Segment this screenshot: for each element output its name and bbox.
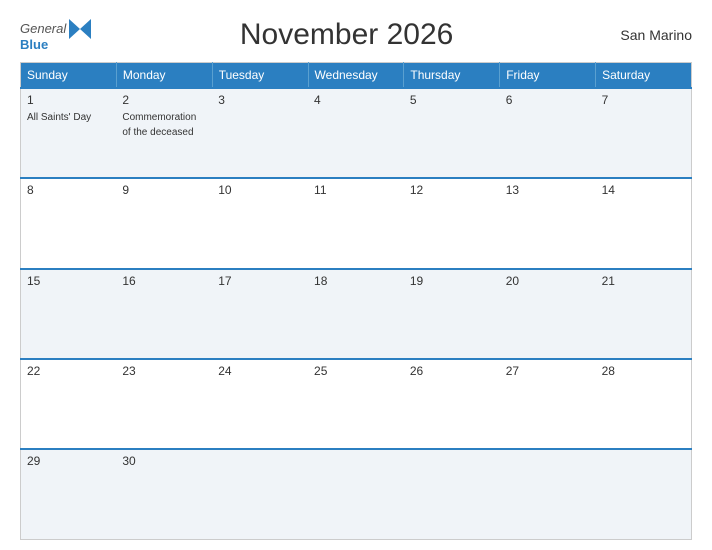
calendar-cell: 22 bbox=[21, 359, 117, 449]
col-saturday: Saturday bbox=[596, 63, 692, 89]
day-event: Commemoration of the deceased bbox=[122, 112, 196, 138]
calendar-cell: 18 bbox=[308, 269, 404, 359]
calendar-cell: 13 bbox=[500, 178, 596, 268]
calendar-cell: 7 bbox=[596, 88, 692, 178]
calendar-cell: 27 bbox=[500, 359, 596, 449]
day-number: 17 bbox=[218, 274, 302, 288]
calendar-cell: 11 bbox=[308, 178, 404, 268]
logo-general-text: General bbox=[20, 21, 66, 36]
day-number: 14 bbox=[602, 183, 685, 197]
calendar-cell: 2 Commemoration of the deceased bbox=[116, 88, 212, 178]
day-number: 11 bbox=[314, 183, 398, 197]
calendar-cell bbox=[308, 449, 404, 539]
day-number: 4 bbox=[314, 93, 398, 107]
calendar-cell: 23 bbox=[116, 359, 212, 449]
calendar-cell: 5 bbox=[404, 88, 500, 178]
day-event: All Saints' Day bbox=[27, 112, 91, 123]
day-number: 13 bbox=[506, 183, 590, 197]
col-thursday: Thursday bbox=[404, 63, 500, 89]
calendar-week-4: 22 23 24 25 26 27 28 bbox=[21, 359, 692, 449]
header: General Blue November 2026 San Marino bbox=[20, 18, 692, 52]
calendar-cell bbox=[596, 449, 692, 539]
calendar-cell: 17 bbox=[212, 269, 308, 359]
calendar-week-5: 29 30 bbox=[21, 449, 692, 539]
calendar-week-2: 89 10 11 12 13 14 bbox=[21, 178, 692, 268]
day-number: 28 bbox=[602, 364, 685, 378]
col-friday: Friday bbox=[500, 63, 596, 89]
calendar-cell: 21 bbox=[596, 269, 692, 359]
calendar-cell: 19 bbox=[404, 269, 500, 359]
day-number: 21 bbox=[602, 274, 685, 288]
day-number: 7 bbox=[602, 93, 685, 107]
calendar-cell: 26 bbox=[404, 359, 500, 449]
day-number: 2 bbox=[122, 93, 206, 107]
day-number: 30 bbox=[122, 454, 206, 468]
calendar-cell: 6 bbox=[500, 88, 596, 178]
day-number: 25 bbox=[314, 364, 398, 378]
location-label: San Marino bbox=[602, 27, 692, 43]
calendar-cell: 12 bbox=[404, 178, 500, 268]
day-number: 15 bbox=[27, 274, 110, 288]
calendar-cell: 24 bbox=[212, 359, 308, 449]
day-number: 3 bbox=[218, 93, 302, 107]
calendar-cell: 3 bbox=[212, 88, 308, 178]
day-number: 29 bbox=[27, 454, 110, 468]
day-number: 23 bbox=[122, 364, 206, 378]
day-number: 20 bbox=[506, 274, 590, 288]
calendar-week-1: 1 All Saints' Day 2 Commemoration of the de… bbox=[21, 88, 692, 178]
day-number: 12 bbox=[410, 183, 494, 197]
calendar-week-3: 15 16 17 18 19 20 21 bbox=[21, 269, 692, 359]
calendar-cell bbox=[404, 449, 500, 539]
calendar-cell: 28 bbox=[596, 359, 692, 449]
day-number: 26 bbox=[410, 364, 494, 378]
calendar-cell bbox=[500, 449, 596, 539]
day-number: 8 bbox=[27, 183, 110, 197]
logo-blue-text: Blue bbox=[20, 37, 48, 52]
calendar-cell: 30 bbox=[116, 449, 212, 539]
day-number: 22 bbox=[27, 364, 110, 378]
calendar-cell: 8 bbox=[21, 178, 117, 268]
day-number: 5 bbox=[410, 93, 494, 107]
logo: General Blue bbox=[20, 19, 91, 52]
calendar-cell: 25 bbox=[308, 359, 404, 449]
day-number: 6 bbox=[506, 93, 590, 107]
calendar-cell bbox=[212, 449, 308, 539]
calendar-cell: 1 All Saints' Day bbox=[21, 88, 117, 178]
day-number: 18 bbox=[314, 274, 398, 288]
calendar-cell: 14 bbox=[596, 178, 692, 268]
calendar-cell: 4 bbox=[308, 88, 404, 178]
calendar-cell: 10 bbox=[212, 178, 308, 268]
col-wednesday: Wednesday bbox=[308, 63, 404, 89]
col-sunday: Sunday bbox=[21, 63, 117, 89]
day-number: 9 bbox=[122, 183, 206, 197]
logo-flag-icon bbox=[69, 19, 91, 39]
calendar-cell: 29 bbox=[21, 449, 117, 539]
day-number: 10 bbox=[218, 183, 302, 197]
day-number: 16 bbox=[122, 274, 206, 288]
day-number: 1 bbox=[27, 93, 110, 107]
calendar-cell: 20 bbox=[500, 269, 596, 359]
col-tuesday: Tuesday bbox=[212, 63, 308, 89]
calendar-title: November 2026 bbox=[91, 18, 602, 52]
calendar-table: Sunday Monday Tuesday Wednesday Thursday… bbox=[20, 62, 692, 540]
col-monday: Monday bbox=[116, 63, 212, 89]
calendar-cell: 16 bbox=[116, 269, 212, 359]
calendar-cell: 15 bbox=[21, 269, 117, 359]
day-number: 24 bbox=[218, 364, 302, 378]
calendar-cell: 9 bbox=[116, 178, 212, 268]
day-number: 19 bbox=[410, 274, 494, 288]
calendar-header-row: Sunday Monday Tuesday Wednesday Thursday… bbox=[21, 63, 692, 89]
day-number: 27 bbox=[506, 364, 590, 378]
calendar-page: General Blue November 2026 San Marino Su… bbox=[0, 0, 712, 550]
